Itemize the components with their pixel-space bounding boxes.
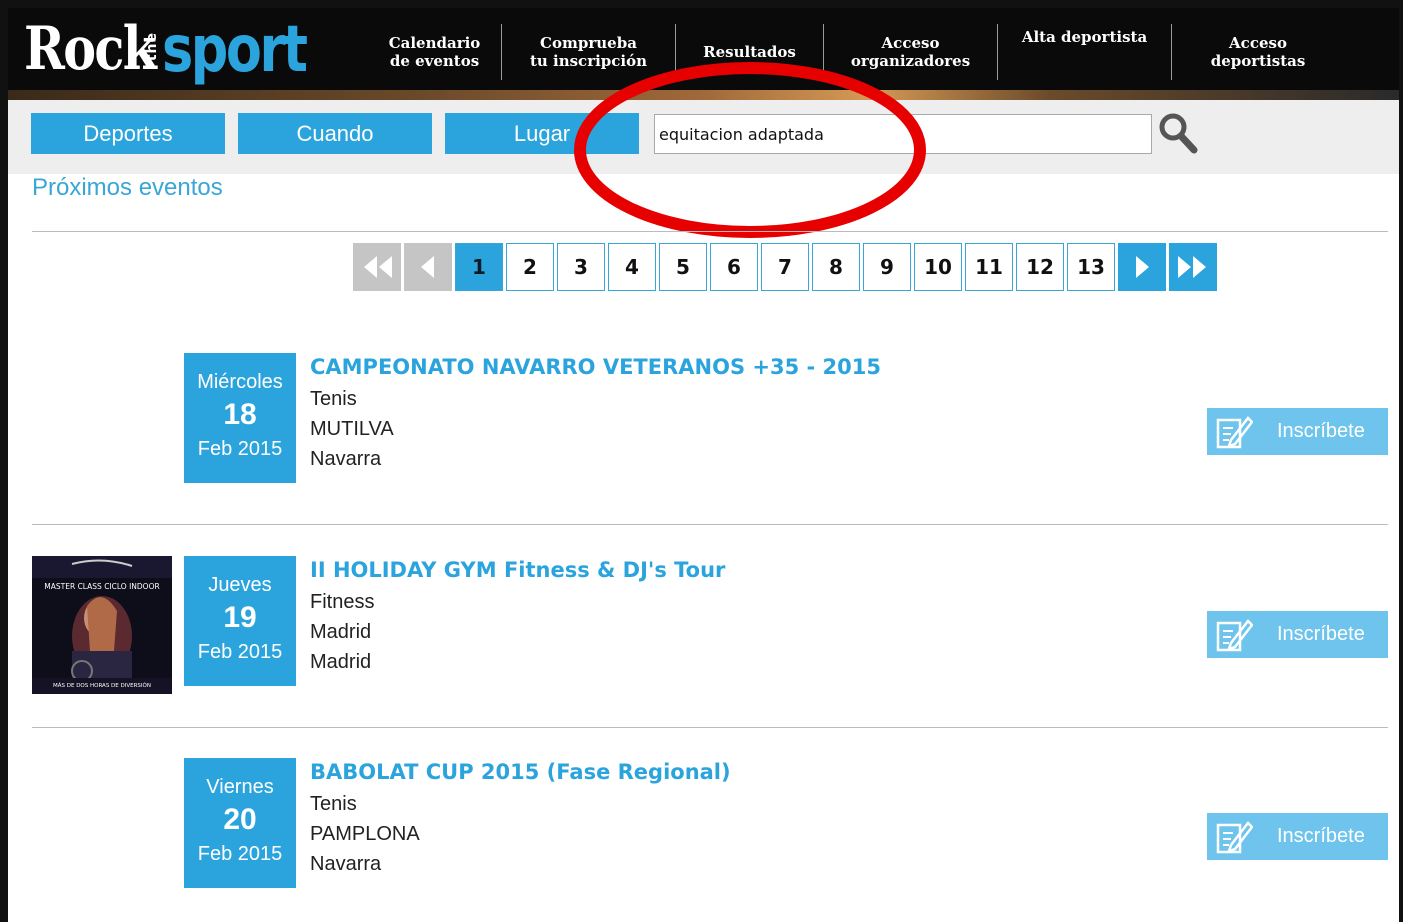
nav-acceso-deportistas[interactable]: Acceso deportistas <box>1172 24 1344 80</box>
page-1-button[interactable]: 1 <box>455 243 503 291</box>
event-date-box: Jueves 19 Feb 2015 <box>184 556 296 686</box>
nav-label: Comprueba tu inscripción <box>529 34 648 70</box>
prev-page-button[interactable] <box>404 243 452 291</box>
divider <box>32 524 1388 525</box>
event-city: Madrid <box>310 621 372 643</box>
search-button[interactable] <box>1156 110 1200 156</box>
poster-headline: MASTER CLASS CICLO INDOOR <box>44 582 159 591</box>
chevron-right-icon <box>1136 256 1149 278</box>
event-city: MUTILVA <box>310 418 394 440</box>
double-chevron-left-icon <box>364 256 392 278</box>
site-header: Rock the sport Calendario de eventos Com… <box>8 8 1399 92</box>
page-4-button[interactable]: 4 <box>608 243 656 291</box>
event-item: MASTER CLASS CICLO INDOOR MÁS DE DOS HOR… <box>0 556 1403 716</box>
page-8-button[interactable]: 8 <box>812 243 860 291</box>
event-title-link[interactable]: II HOLIDAY GYM Fitness & DJ's Tour <box>310 558 725 582</box>
event-sport: Fitness <box>310 591 375 613</box>
event-title-link[interactable]: BABOLAT CUP 2015 (Fase Regional) <box>310 760 731 784</box>
logo-the-text: the <box>144 32 160 62</box>
event-weekday: Viernes <box>206 776 274 798</box>
event-weekday: Miércoles <box>197 371 283 393</box>
browser-page: Rock the sport Calendario de eventos Com… <box>0 0 1403 922</box>
event-month-year: Feb 2015 <box>197 843 283 865</box>
nav-label: Alta deportista <box>1021 28 1148 46</box>
event-day-number: 19 <box>223 601 257 634</box>
frame-border-top <box>0 0 1403 8</box>
register-button[interactable]: Inscríbete <box>1207 611 1388 658</box>
nav-alta-deportista[interactable]: Alta deportista <box>998 24 1172 80</box>
event-day-number: 20 <box>223 803 257 836</box>
event-item: Viernes 20 Feb 2015 BABOLAT CUP 2015 (Fa… <box>0 758 1403 918</box>
page-3-button[interactable]: 3 <box>557 243 605 291</box>
first-page-button[interactable] <box>353 243 401 291</box>
edit-form-icon <box>1216 820 1253 853</box>
page-12-button[interactable]: 12 <box>1016 243 1064 291</box>
page-9-button[interactable]: 9 <box>863 243 911 291</box>
event-month-year: Feb 2015 <box>197 438 283 460</box>
divider <box>32 727 1388 728</box>
double-chevron-right-icon <box>1178 256 1206 278</box>
last-page-button[interactable] <box>1169 243 1217 291</box>
next-page-button[interactable] <box>1118 243 1166 291</box>
divider <box>32 231 1388 232</box>
event-date-box: Miércoles 18 Feb 2015 <box>184 353 296 483</box>
event-month-year: Feb 2015 <box>197 641 283 663</box>
register-button[interactable]: Inscríbete <box>1207 813 1388 860</box>
logo-sport-text: sport <box>162 13 308 87</box>
event-image[interactable]: MASTER CLASS CICLO INDOOR MÁS DE DOS HOR… <box>32 556 172 694</box>
pagination: 1 2 3 4 5 6 7 8 9 10 11 12 13 <box>353 243 1217 291</box>
filter-bar: Deportes Cuando Lugar <box>8 100 1399 174</box>
main-nav: Calendario de eventos Comprueba tu inscr… <box>368 24 1344 80</box>
event-day-number: 18 <box>223 398 257 431</box>
page-6-button[interactable]: 6 <box>710 243 758 291</box>
page-2-button[interactable]: 2 <box>506 243 554 291</box>
page-11-button[interactable]: 11 <box>965 243 1013 291</box>
edit-form-icon <box>1216 618 1253 651</box>
nav-label: Acceso deportistas <box>1210 34 1306 70</box>
event-region: Navarra <box>310 448 382 470</box>
event-region: Madrid <box>310 651 372 673</box>
page-13-button[interactable]: 13 <box>1067 243 1115 291</box>
nav-label: Acceso organizadores <box>850 34 971 70</box>
page-10-button[interactable]: 10 <box>914 243 962 291</box>
nav-acceso-organizadores[interactable]: Acceso organizadores <box>824 24 998 80</box>
site-logo[interactable]: Rock the sport <box>24 12 337 92</box>
search-input[interactable] <box>654 114 1152 154</box>
event-city: PAMPLONA <box>310 823 420 845</box>
header-banner-strip <box>8 90 1399 100</box>
register-button-label: Inscríbete <box>1277 623 1365 645</box>
filter-deportes-button[interactable]: Deportes <box>31 113 225 154</box>
register-button-label: Inscríbete <box>1277 420 1365 442</box>
chevron-left-icon <box>421 256 434 278</box>
filter-cuando-button[interactable]: Cuando <box>238 113 432 154</box>
event-sport: Tenis <box>310 388 357 410</box>
nav-label: Resultados <box>703 43 796 61</box>
event-item: Miércoles 18 Feb 2015 CAMPEONATO NAVARRO… <box>0 353 1403 513</box>
section-title: Próximos eventos <box>32 174 223 201</box>
page-7-button[interactable]: 7 <box>761 243 809 291</box>
nav-resultados[interactable]: Resultados <box>676 24 824 80</box>
event-poster-image: MASTER CLASS CICLO INDOOR MÁS DE DOS HOR… <box>32 556 172 694</box>
edit-form-icon <box>1216 415 1253 448</box>
filter-lugar-button[interactable]: Lugar <box>445 113 639 154</box>
register-button[interactable]: Inscríbete <box>1207 408 1388 455</box>
nav-label: Calendario de eventos <box>388 34 481 70</box>
event-weekday: Jueves <box>208 574 272 596</box>
poster-footer: MÁS DE DOS HORAS DE DIVERSIÓN <box>53 682 151 689</box>
event-sport: Tenis <box>310 793 357 815</box>
search-icon <box>1159 113 1198 154</box>
page-5-button[interactable]: 5 <box>659 243 707 291</box>
event-title-link[interactable]: CAMPEONATO NAVARRO VETERANOS +35 - 2015 <box>310 355 881 379</box>
nav-comprueba-inscripcion[interactable]: Comprueba tu inscripción <box>502 24 676 80</box>
register-button-label: Inscríbete <box>1277 825 1365 847</box>
logo-rock-text: Rock <box>24 14 157 84</box>
nav-calendario-eventos[interactable]: Calendario de eventos <box>368 24 502 80</box>
event-date-box: Viernes 20 Feb 2015 <box>184 758 296 888</box>
event-region: Navarra <box>310 853 382 875</box>
